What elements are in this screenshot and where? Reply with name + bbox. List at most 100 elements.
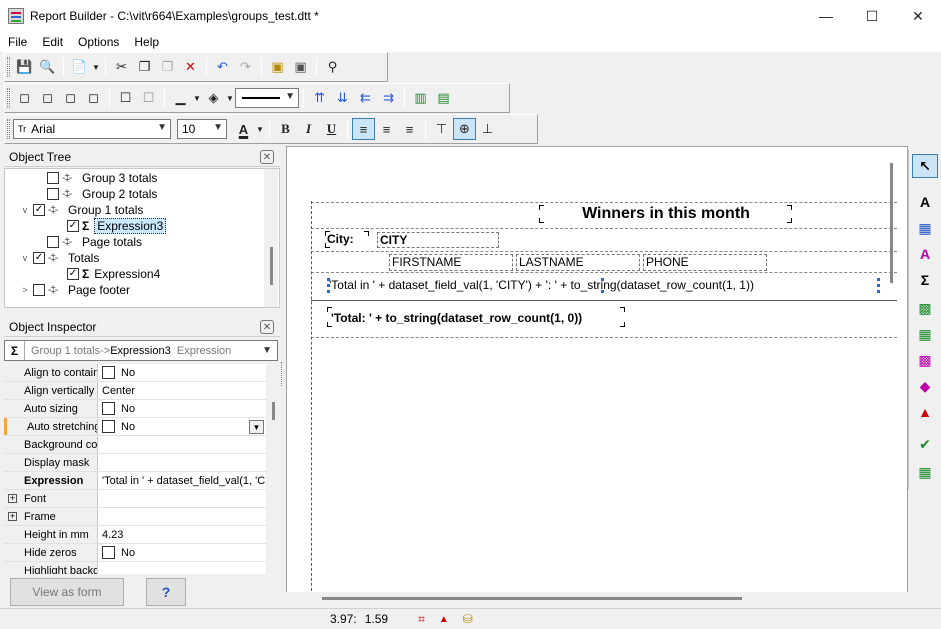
delete-icon[interactable]: ✕ — [179, 56, 202, 78]
cut-icon[interactable]: ✂ — [110, 56, 133, 78]
firstname-column[interactable]: FIRSTNAME — [389, 254, 513, 271]
splitter-grip[interactable] — [281, 362, 284, 386]
property-row[interactable]: Highlight backg — [4, 562, 266, 574]
property-checkbox[interactable] — [102, 402, 115, 415]
redo-icon[interactable]: ↷ — [234, 56, 257, 78]
tree-item-checkbox[interactable]: ✓ — [33, 204, 45, 216]
frame-none-icon[interactable]: ☐ — [137, 87, 160, 109]
align-tops-icon[interactable]: ⇈ — [308, 87, 331, 109]
property-checkbox[interactable] — [102, 420, 115, 433]
menu-help[interactable]: Help — [126, 35, 166, 49]
property-value[interactable] — [98, 490, 266, 507]
frame-bottom-icon[interactable]: ◻ — [82, 87, 105, 109]
distribute-horizontally-icon[interactable]: ▥ — [409, 87, 432, 109]
color-image-icon[interactable]: ▩ — [912, 348, 938, 372]
checkbox-field-icon[interactable]: ▦ — [912, 460, 938, 484]
valign-top-icon[interactable]: ⊤ — [430, 118, 453, 140]
help-button[interactable]: ? — [146, 578, 186, 606]
tree-item-checkbox[interactable]: ✓ — [33, 252, 45, 264]
property-row[interactable]: Align vertically Center — [4, 382, 266, 400]
font-color-dropdown-icon[interactable]: ▼ — [255, 125, 265, 134]
tree-item[interactable]: > -‡- Page footer — [19, 282, 130, 298]
close-icon[interactable]: ✕ — [260, 150, 274, 164]
property-row[interactable]: Background col — [4, 436, 266, 454]
image-icon[interactable]: ▩ — [912, 296, 938, 320]
report-design-area[interactable]: Winners in this month City: CITY FIRSTNA… — [286, 146, 908, 606]
bring-to-front-icon[interactable]: ▣ — [266, 56, 289, 78]
tree-item-checkbox[interactable] — [33, 284, 45, 296]
expand-toggle-icon[interactable]: v — [19, 205, 31, 215]
tree-item[interactable]: -‡- Group 3 totals — [33, 170, 157, 186]
report-title[interactable]: Winners in this month — [541, 205, 791, 223]
fill-color-icon[interactable]: ◈ — [202, 87, 225, 109]
property-row[interactable]: + Font — [4, 490, 266, 508]
tree-item[interactable]: -‡- Group 2 totals — [33, 186, 157, 202]
tree-scrollbar[interactable] — [264, 169, 278, 307]
property-value[interactable]: No — [98, 400, 266, 417]
property-checkbox[interactable] — [102, 546, 115, 559]
tree-item[interactable]: ✓ Σ Expression4 — [53, 266, 160, 282]
underline-button[interactable]: U — [320, 118, 343, 140]
maximize-button[interactable]: ☐ — [849, 0, 895, 32]
menu-options[interactable]: Options — [70, 35, 126, 49]
table-text-icon[interactable]: ▦ — [912, 216, 938, 240]
property-value[interactable]: No — [98, 364, 266, 381]
bold-button[interactable]: B — [274, 118, 297, 140]
expression-icon[interactable]: Σ — [912, 268, 938, 292]
tree-item[interactable]: v ✓ -‡- Group 1 totals — [19, 202, 144, 218]
select-pointer-icon[interactable]: ↖ — [912, 154, 938, 178]
snap-grid-icon[interactable]: ⌗ — [418, 612, 425, 627]
find-icon[interactable]: ⚲ — [321, 56, 344, 78]
new-page-dropdown-icon[interactable]: ▼ — [91, 63, 101, 72]
chart-icon[interactable]: ▲ — [912, 400, 938, 424]
property-value[interactable]: No — [98, 544, 266, 561]
city-label[interactable]: City: — [327, 232, 354, 246]
property-row[interactable]: Expression 'Total in ' + dataset_field_va… — [4, 472, 266, 490]
chevron-down-icon[interactable]: ▼ — [249, 420, 264, 434]
new-page-icon[interactable]: 📄 — [68, 56, 91, 78]
property-value[interactable]: 4.23 — [98, 526, 266, 543]
lastname-column[interactable]: LASTNAME — [516, 254, 640, 271]
expand-plus-icon[interactable]: + — [8, 494, 17, 503]
inspector-scrollbar[interactable] — [266, 364, 280, 574]
text-object-icon[interactable]: A — [912, 190, 938, 214]
frame-color-dropdown-icon[interactable]: ▼ — [192, 94, 202, 103]
checkbox-icon[interactable]: ✔ — [912, 432, 938, 456]
frame-left-icon[interactable]: ◻ — [13, 87, 36, 109]
distribute-vertically-icon[interactable]: ▤ — [432, 87, 455, 109]
menu-file[interactable]: File — [0, 35, 34, 49]
font-name-select[interactable]: Tr Arial ▼ — [13, 119, 171, 139]
property-row[interactable]: Auto stretching No ▼ — [4, 418, 266, 436]
property-row[interactable]: Height in mm 4.23 — [4, 526, 266, 544]
copy-icon[interactable]: ❐ — [133, 56, 156, 78]
property-row[interactable]: Auto sizing No — [4, 400, 266, 418]
tree-item-checkbox[interactable]: ✓ — [67, 268, 79, 280]
database-icon[interactable]: ⛁ — [463, 612, 473, 626]
property-value[interactable] — [98, 436, 266, 453]
property-row[interactable]: Display mask — [4, 454, 266, 472]
shape-icon[interactable]: ◆ — [912, 374, 938, 398]
paste-icon[interactable]: ❐ — [156, 56, 179, 78]
frame-top-icon[interactable]: ◻ — [59, 87, 82, 109]
phone-column[interactable]: PHONE — [643, 254, 767, 271]
close-icon[interactable]: ✕ — [260, 320, 274, 334]
tree-item[interactable]: ✓ Σ Expression3 — [53, 218, 167, 234]
image-field-icon[interactable]: ▦ — [912, 322, 938, 346]
expression4-field[interactable]: 'Total: ' + to_string(dataset_row_count(… — [331, 311, 582, 325]
tree-item-checkbox[interactable] — [47, 188, 59, 200]
align-right-icon[interactable]: ≡ — [398, 118, 421, 140]
line-style-select[interactable]: ▼ — [235, 88, 299, 108]
view-as-form-button[interactable]: View as form — [10, 578, 124, 606]
design-vscroll-thumb[interactable] — [890, 163, 893, 283]
tree-item[interactable]: v ✓ -‡- Totals — [19, 250, 100, 266]
property-value[interactable]: Center — [98, 382, 266, 399]
tree-item[interactable]: -‡- Page totals — [33, 234, 142, 250]
italic-button[interactable]: I — [297, 118, 320, 140]
tree-item-checkbox[interactable]: ✓ — [67, 220, 79, 232]
font-color-icon[interactable]: A — [232, 118, 255, 140]
minimize-button[interactable]: — — [803, 0, 849, 32]
expand-toggle-icon[interactable]: > — [19, 285, 31, 295]
property-value[interactable] — [98, 562, 266, 574]
font-size-select[interactable]: 10 ▼ — [177, 119, 227, 139]
align-left-icon[interactable]: ≡ — [352, 118, 375, 140]
